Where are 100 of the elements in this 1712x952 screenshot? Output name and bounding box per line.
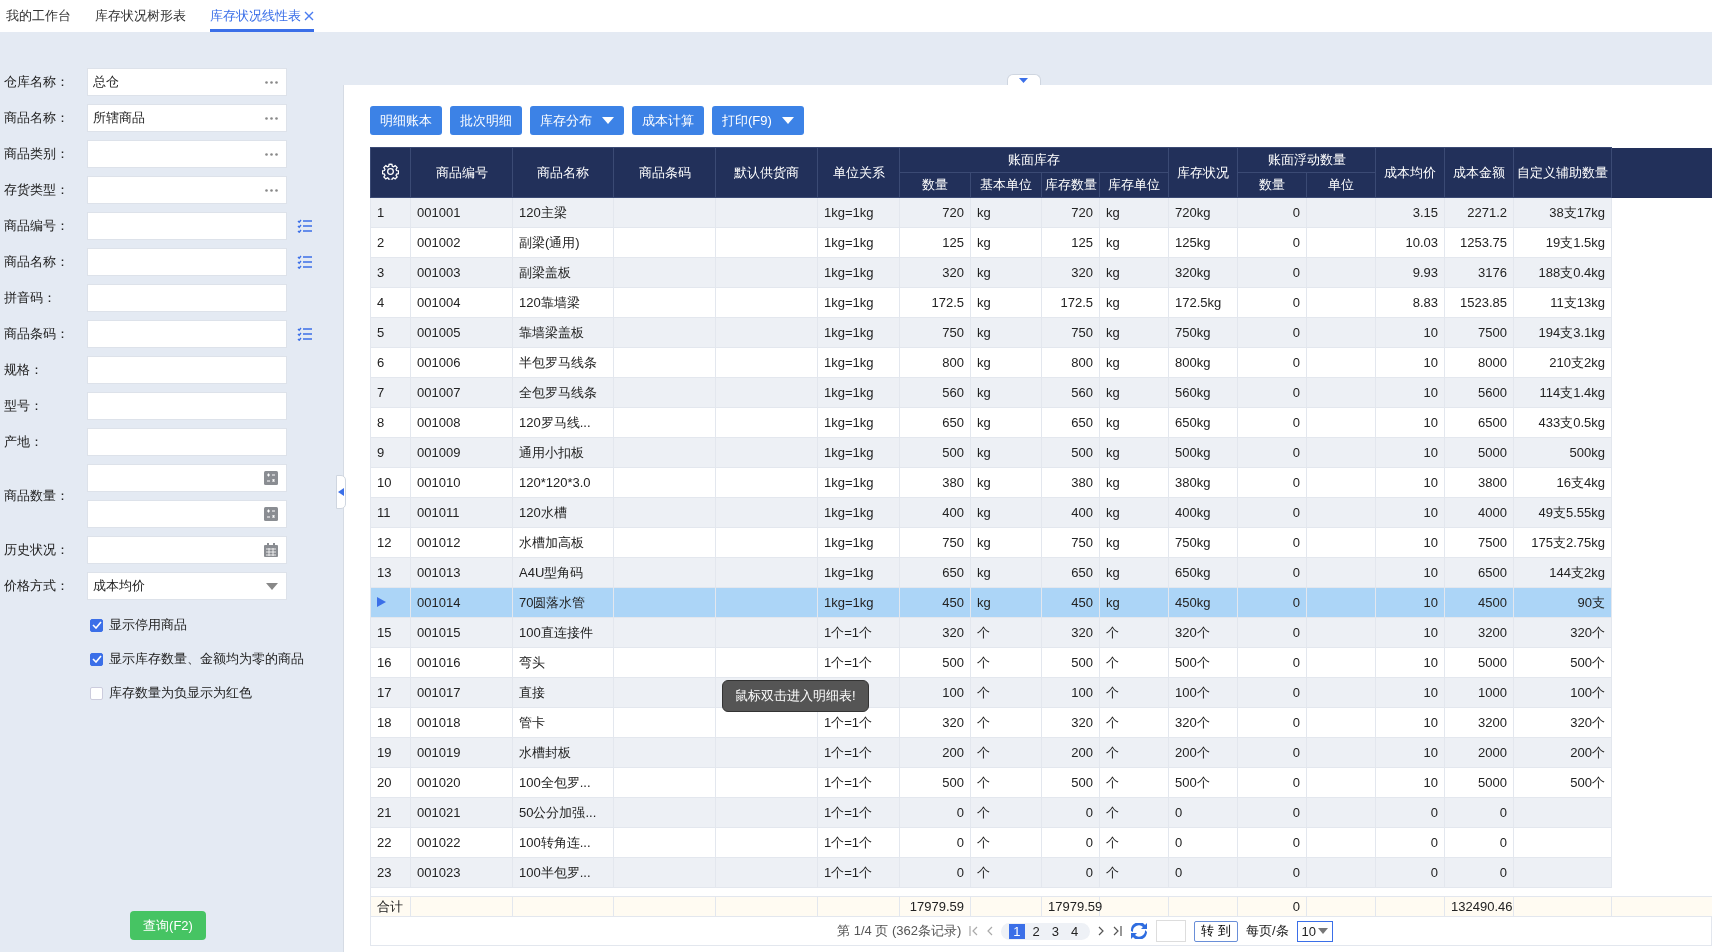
list-icon[interactable] <box>297 327 313 341</box>
table-row[interactable]: 8 001008 120罗马线... 1kg=1kg 650 kg 650 kg 650kg 0 10 6500 433支0.5kg <box>370 407 1712 438</box>
table-row[interactable]: 1 001001 120主梁 1kg=1kg 720 kg 720 kg 720kg 0 3.15 2271.2 38支17kg <box>370 197 1712 228</box>
input-field[interactable] <box>87 392 287 420</box>
column-header[interactable]: 成本均价 <box>1375 147 1445 198</box>
more-icon[interactable] <box>265 152 278 156</box>
input-field[interactable] <box>87 464 287 492</box>
table-row[interactable]: 20 001020 100全包罗... 1个=1个 500 个 500 个 500个 0 10 5000 500个 <box>370 767 1712 798</box>
auxiliary-quantity: 500个 <box>1570 654 1605 670</box>
column-header[interactable]: 商品名称 <box>512 147 614 198</box>
stock-quantity: 750 <box>1071 535 1093 550</box>
list-icon[interactable] <box>297 219 313 233</box>
input-field[interactable]: 所辖商品 <box>87 104 287 132</box>
table-row[interactable]: 15 001015 100直连接件 1个=1个 320 个 320 个 320个 0 10 3200 320个 <box>370 617 1712 648</box>
input-field[interactable] <box>87 176 287 204</box>
table-row[interactable]: 001014 70圆落水管 1kg=1kg 450 kg 450 kg 450kg 0 10 4500 90支 <box>370 587 1712 618</box>
product-code: 001004 <box>417 295 461 310</box>
toolbar-button[interactable]: 打印(F9) <box>712 106 804 135</box>
stock-unit: kg <box>1106 355 1120 370</box>
last-page-icon[interactable] <box>1113 926 1123 936</box>
next-page-icon[interactable] <box>1098 926 1106 936</box>
product-code: 001005 <box>417 325 461 340</box>
list-icon[interactable] <box>297 255 313 269</box>
input-field[interactable] <box>87 212 287 240</box>
page-tab[interactable]: 库存状况树形表 <box>95 0 186 32</box>
column-header[interactable]: 商品编号 <box>410 147 513 198</box>
table-row[interactable]: 9 001009 通用小扣板 1kg=1kg 500 kg 500 kg 500kg 0 10 5000 500kg <box>370 437 1712 468</box>
input-field[interactable] <box>87 248 287 276</box>
page-number[interactable]: 1 <box>1009 923 1025 939</box>
settings-icon[interactable] <box>382 162 399 180</box>
go-button[interactable]: 转 到 <box>1194 920 1238 942</box>
calendar-icon[interactable] <box>264 543 278 557</box>
input-field[interactable] <box>87 284 287 312</box>
field-label: 商品条码： <box>3 325 70 343</box>
page-tab[interactable]: 库存状况线性表 <box>210 0 314 32</box>
table-row[interactable]: 23 001023 100半包罗... 1个=1个 0 个 0 个 0 0 0 0 <box>370 857 1712 888</box>
checkbox-label: 显示库存数量、金额均为零的商品 <box>109 650 304 668</box>
column-header[interactable]: 自定义辅助数量 <box>1513 147 1612 198</box>
page-number[interactable]: 4 <box>1067 923 1083 939</box>
input-field[interactable] <box>87 356 287 384</box>
checkbox[interactable] <box>90 618 103 632</box>
page-input[interactable] <box>1156 920 1187 942</box>
table-row[interactable]: 16 001016 弯头 1个=1个 500 个 500 个 500个 0 10 5000 500个 <box>370 647 1712 678</box>
input-field[interactable] <box>87 500 287 528</box>
table-row[interactable]: 19 001019 水槽封板 1个=1个 200 个 200 个 200个 0 10 2000 200个 <box>370 737 1712 768</box>
per-page-dropdown[interactable]: 10 <box>1296 920 1333 942</box>
table-row[interactable]: 22 001022 100转角连... 1个=1个 0 个 0 个 0 0 0 0 <box>370 827 1712 858</box>
page-number[interactable]: 2 <box>1028 923 1044 939</box>
table-row[interactable]: 13 001013 A4U型角码 1kg=1kg 650 kg 650 kg 650kg 0 10 6500 144支2kg <box>370 557 1712 588</box>
quantity: 380 <box>942 475 964 490</box>
stock-status: 172.5kg <box>1175 295 1222 310</box>
input-field[interactable] <box>87 536 287 564</box>
table-row[interactable]: 11 001011 120水槽 1kg=1kg 400 kg 400 kg 400kg 0 10 4000 49支5.55kg <box>370 497 1712 528</box>
caret-icon <box>781 117 794 124</box>
column-header[interactable]: 库存状况 <box>1168 147 1238 198</box>
average-cost: 10 <box>1423 415 1438 430</box>
column-header[interactable]: 成本金额 <box>1444 147 1514 198</box>
table-row[interactable]: 3 001003 副梁盖板 1kg=1kg 320 kg 320 kg 320kg 0 9.93 3176 188支0.4kg <box>370 257 1712 288</box>
refresh-icon[interactable] <box>1130 923 1149 939</box>
base-unit: 个 <box>977 774 990 790</box>
table-row[interactable]: 18 001018 管卡 1个=1个 320 个 320 个 320个 0 10 3200 320个 <box>370 707 1712 738</box>
page-number[interactable]: 3 <box>1047 923 1064 939</box>
field-label: 商品名称： <box>3 253 70 271</box>
first-page-icon[interactable] <box>969 926 979 936</box>
table-row[interactable]: 5 001005 靠墙梁盖板 1kg=1kg 750 kg 750 kg 750kg 0 10 7500 194支3.1kg <box>370 317 1712 348</box>
unit-relation: 1个=1个 <box>824 654 873 670</box>
quantity: 320 <box>942 625 964 640</box>
caret-icon[interactable] <box>266 582 278 590</box>
table-row[interactable]: 21 001021 50公分加强... 1个=1个 0 个 0 个 0 0 0 0 <box>370 797 1712 828</box>
dropdown[interactable]: 成本均价 <box>87 572 287 600</box>
table-row[interactable]: 4 001004 120靠墙梁 1kg=1kg 172.5 kg 172.5 kg 172.5kg 0 8.83 1523.85 11支13kg <box>370 287 1712 318</box>
more-icon[interactable] <box>265 188 278 192</box>
table-row[interactable]: 10 001010 120*120*3.0 1kg=1kg 380 kg 380 kg 380kg 0 10 3800 16支4kg <box>370 467 1712 498</box>
base-unit: 个 <box>977 744 990 760</box>
input-field[interactable]: 总仓 <box>87 68 287 96</box>
more-icon[interactable] <box>265 80 278 84</box>
page-tab[interactable]: 我的工作台 <box>6 0 71 32</box>
column-header[interactable]: 单位关系 <box>817 147 900 198</box>
checkbox[interactable] <box>90 652 103 666</box>
input-field[interactable] <box>87 140 287 168</box>
table-row[interactable]: 7 001007 全包罗马线条 1kg=1kg 560 kg 560 kg 560kg 0 10 5600 114支1.4kg <box>370 377 1712 408</box>
input-field[interactable] <box>87 428 287 456</box>
table-row[interactable]: 6 001006 半包罗马线条 1kg=1kg 800 kg 800 kg 800kg 0 10 8000 210支2kg <box>370 347 1712 378</box>
table-row[interactable]: 2 001002 副梁(通用) 1kg=1kg 125 kg 125 kg 125kg 0 10.03 1253.75 19支1.5kg <box>370 227 1712 258</box>
more-icon[interactable] <box>265 116 278 120</box>
toolbar-button[interactable]: 库存分布 <box>530 106 624 135</box>
column-header[interactable]: 默认供货商 <box>715 147 818 198</box>
product-code: 001009 <box>417 445 461 460</box>
float-quantity: 0 <box>1292 355 1300 370</box>
toolbar-button[interactable]: 批次明细 <box>450 106 522 135</box>
toolbar-button[interactable]: 成本计算 <box>632 106 704 135</box>
column-header[interactable]: 商品条码 <box>613 147 716 198</box>
table-row[interactable]: 12 001012 水槽加高板 1kg=1kg 750 kg 750 kg 750kg 0 10 7500 175支2.75kg <box>370 527 1712 558</box>
expand-handle[interactable] <box>1006 74 1041 85</box>
close-icon[interactable] <box>304 11 314 21</box>
toolbar-button[interactable]: 明细账本 <box>370 106 442 135</box>
previous-page-icon[interactable] <box>986 926 994 936</box>
input-field[interactable] <box>87 320 287 348</box>
stock-quantity: 750 <box>1071 325 1093 340</box>
average-cost: 10 <box>1423 625 1438 640</box>
